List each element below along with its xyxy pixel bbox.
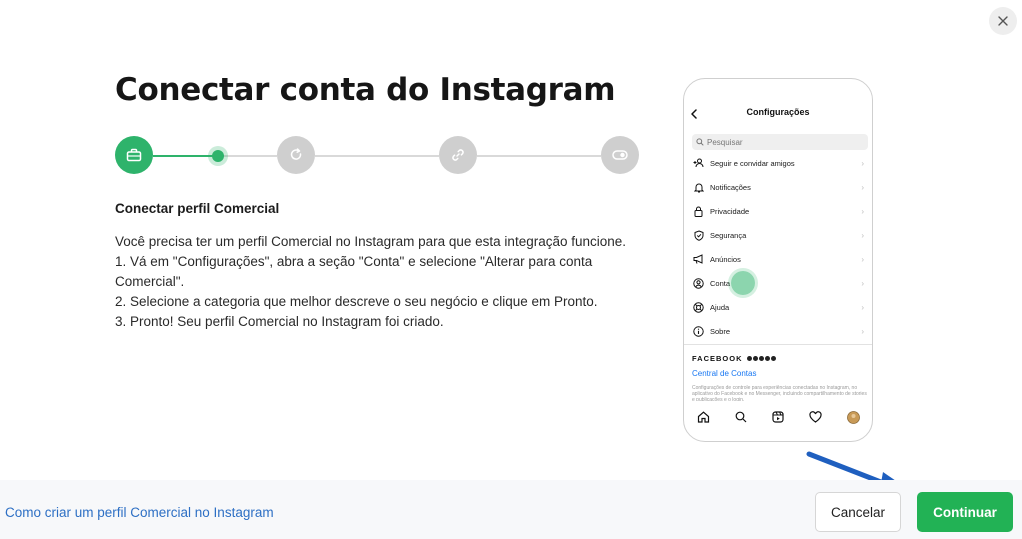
link-icon bbox=[452, 149, 464, 161]
help-link[interactable]: Como criar um perfil Comercial no Instag… bbox=[5, 505, 274, 520]
instruction-intro: Você precisa ter um perfil Comercial no … bbox=[115, 234, 627, 249]
page-title: Conectar conta do Instagram bbox=[115, 72, 616, 108]
lifebuoy-icon bbox=[692, 301, 705, 314]
phone-search: Pesquisar bbox=[692, 134, 868, 150]
lock-icon bbox=[692, 205, 705, 218]
info-icon bbox=[692, 325, 705, 338]
phone-menu-item: Sobre › bbox=[692, 323, 868, 339]
toggle-icon bbox=[612, 150, 628, 160]
chevron-right-icon: › bbox=[861, 254, 864, 264]
refresh-icon bbox=[290, 148, 302, 160]
progress-indicator bbox=[212, 150, 224, 162]
step-connect-profile bbox=[115, 136, 153, 174]
profile-icon bbox=[846, 410, 860, 424]
phone-small-text: Configurações de controle para experiênc… bbox=[692, 385, 867, 401]
chevron-right-icon: › bbox=[861, 326, 864, 336]
phone-header: Configurações bbox=[746, 107, 810, 117]
stepper-line bbox=[219, 155, 277, 157]
phone-menu-item: Notificações › bbox=[692, 179, 868, 195]
phone-menu-item: Privacidade › bbox=[692, 203, 868, 219]
instructions-text: Você precisa ter um perfil Comercial no … bbox=[115, 232, 635, 332]
phone-menu-item: Anúncios › bbox=[692, 251, 868, 267]
close-button[interactable] bbox=[989, 7, 1017, 35]
heart-icon bbox=[808, 411, 822, 423]
close-icon bbox=[998, 16, 1008, 26]
accounts-center-link: Central de Contas bbox=[692, 369, 757, 378]
briefcase-icon bbox=[126, 148, 142, 162]
stepper bbox=[115, 136, 639, 176]
search-icon bbox=[696, 138, 704, 146]
instruction-step-1: 1. Vá em "Configurações", abra a seção "… bbox=[115, 254, 593, 289]
phone-menu-label: Sobre bbox=[710, 326, 731, 336]
phone-menu-item: Segurança › bbox=[692, 227, 868, 243]
chevron-right-icon: › bbox=[861, 206, 864, 216]
phone-menu-label: Ajuda bbox=[710, 302, 730, 312]
shield-icon bbox=[692, 229, 705, 242]
add-person-icon bbox=[692, 157, 705, 170]
continue-button[interactable]: Continuar bbox=[917, 492, 1013, 532]
chevron-right-icon: › bbox=[861, 278, 864, 288]
meta-apps-icon bbox=[746, 356, 776, 361]
chevron-right-icon: › bbox=[861, 302, 864, 312]
phone-divider bbox=[684, 344, 872, 345]
phone-menu-item: Conta › bbox=[692, 275, 868, 291]
stepper-line bbox=[315, 155, 439, 157]
phone-bottom-nav bbox=[684, 407, 872, 427]
phone-menu-item: Ajuda › bbox=[692, 299, 868, 315]
megaphone-icon bbox=[692, 253, 705, 266]
instruction-step-3: 3. Pronto! Seu perfil Comercial no Insta… bbox=[115, 314, 444, 329]
chevron-right-icon: › bbox=[861, 182, 864, 192]
home-icon bbox=[697, 411, 709, 423]
phone-menu-label: Seguir e convidar amigos bbox=[710, 158, 795, 168]
chevron-right-icon: › bbox=[861, 230, 864, 240]
search-icon bbox=[735, 411, 746, 423]
phone-menu-label: Anúncios bbox=[710, 254, 741, 264]
tap-indicator bbox=[731, 271, 755, 295]
phone-menu-item: Seguir e convidar amigos › bbox=[692, 155, 868, 171]
bell-icon bbox=[692, 181, 705, 194]
step-activate bbox=[601, 136, 639, 174]
stepper-line-progress bbox=[153, 155, 219, 157]
phone-menu-label: Privacidade bbox=[710, 206, 750, 216]
chevron-right-icon: › bbox=[861, 158, 864, 168]
step-link bbox=[439, 136, 477, 174]
modal-footer: Como criar um perfil Comercial no Instag… bbox=[0, 480, 1022, 539]
step-sync bbox=[277, 136, 315, 174]
phone-menu-label: Segurança bbox=[710, 230, 747, 240]
user-circle-icon bbox=[692, 277, 705, 290]
facebook-label-text: FACEBOOK bbox=[692, 354, 743, 363]
phone-illustration: Configurações Pesquisar Seguir e convida… bbox=[683, 78, 873, 442]
phone-menu-label: Conta bbox=[710, 278, 731, 288]
phone-facebook-label: FACEBOOK bbox=[692, 354, 776, 363]
instruction-step-2: 2. Selecione a categoria que melhor desc… bbox=[115, 294, 598, 309]
stepper-line bbox=[477, 155, 601, 157]
cancel-button[interactable]: Cancelar bbox=[815, 492, 901, 532]
phone-search-placeholder: Pesquisar bbox=[707, 137, 743, 147]
reels-icon bbox=[771, 411, 784, 423]
phone-menu-label: Notificações bbox=[710, 182, 751, 192]
section-title: Conectar perfil Comercial bbox=[115, 201, 280, 216]
